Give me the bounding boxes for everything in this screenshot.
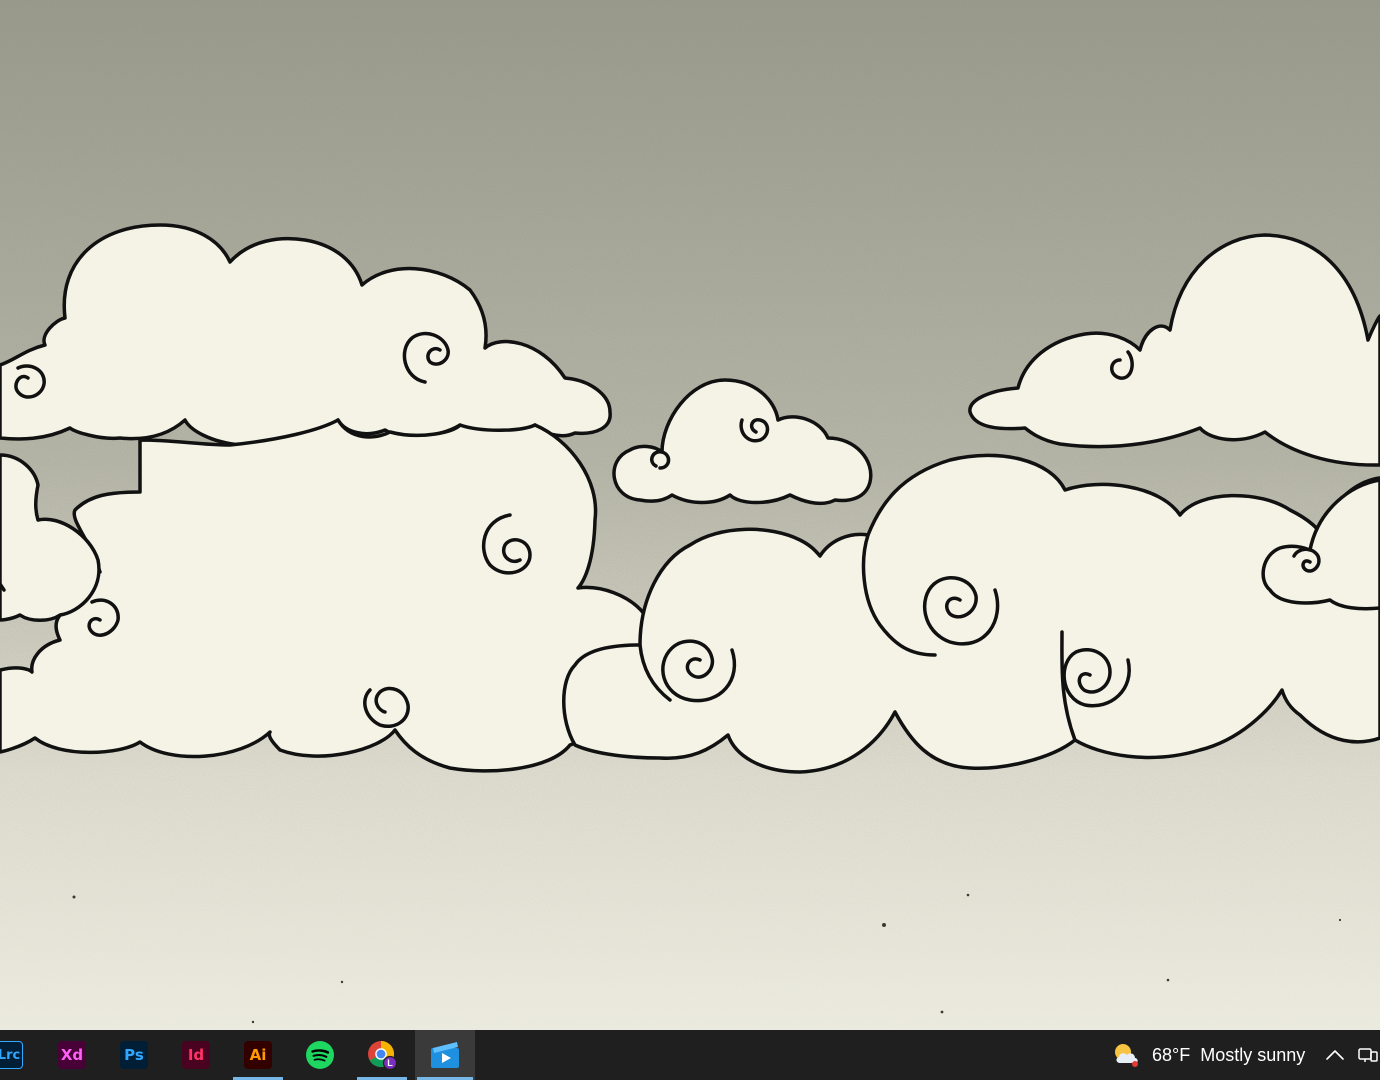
sun-cloud-icon [1115,1044,1138,1067]
photoshop-icon: Ps [120,1041,148,1069]
taskbar-app-chrome[interactable]: L [355,1030,409,1080]
taskbar-app-photoshop[interactable]: Ps [107,1030,161,1080]
taskbar-app-illustrator[interactable]: Ai [231,1030,285,1080]
chrome-icon: L [368,1040,398,1071]
taskbar-app-spotify[interactable] [293,1030,347,1080]
cloud-illustration [0,0,1380,1030]
weather-temperature: 68°F [1152,1044,1191,1065]
notification-icon [1358,1048,1378,1062]
weather-widget[interactable]: 68°F Mostly sunny [1112,1030,1305,1080]
tray-notification-button[interactable] [1356,1044,1378,1066]
chrome-profile-badge: L [387,1058,393,1068]
taskbar-app-media-player[interactable] [415,1030,475,1080]
lightroom-classic-icon: Lrc [0,1041,23,1069]
illustrator-icon: Ai [244,1041,272,1069]
indesign-icon: Id [182,1041,210,1069]
chevron-up-icon [1326,1050,1344,1060]
media-player-icon [431,1042,459,1068]
desktop-wallpaper [0,0,1380,1030]
taskbar-app-indesign[interactable]: Id [169,1030,223,1080]
adobe-xd-icon: Xd [58,1041,86,1069]
spotify-icon [306,1041,334,1069]
show-hidden-icons-button[interactable] [1322,1043,1348,1067]
taskbar-app-lightroom[interactable]: Lrc [0,1030,36,1080]
weather-condition: Mostly sunny [1200,1044,1306,1065]
taskbar: Lrc Xd Ps Id Ai L 68°F Mostly sunny [0,1030,1380,1080]
taskbar-app-xd[interactable]: Xd [45,1030,99,1080]
